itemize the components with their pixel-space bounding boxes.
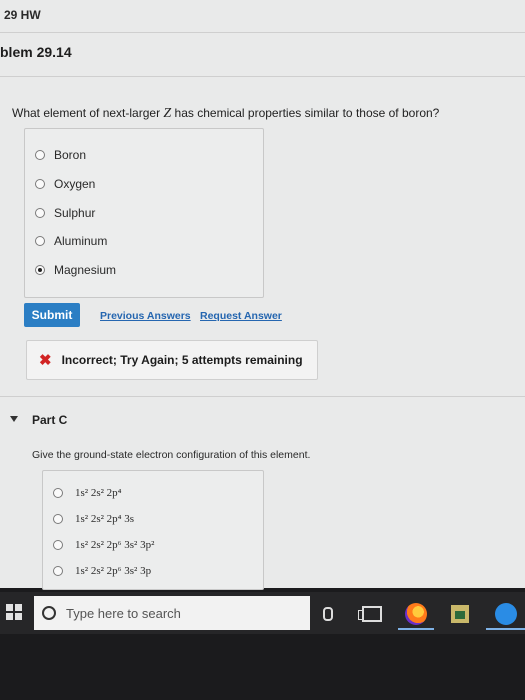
part-b-question: What element of next-larger Z has chemic… — [12, 106, 440, 121]
edge-icon[interactable] — [492, 600, 520, 628]
microphone-icon[interactable] — [314, 600, 342, 628]
store-icon[interactable] — [446, 600, 474, 628]
task-view-icon[interactable] — [358, 600, 386, 628]
part-c-question: Give the ground-state electron configura… — [32, 449, 311, 461]
radio-button[interactable] — [53, 566, 63, 576]
header-divider — [0, 32, 525, 33]
collapse-caret-icon[interactable] — [10, 416, 18, 422]
radio-button[interactable] — [53, 488, 63, 498]
radio-button-selected[interactable] — [35, 265, 45, 275]
request-answer-link[interactable]: Request Answer — [200, 310, 282, 322]
edge-active-indicator — [486, 628, 525, 630]
cortana-circle-icon — [42, 606, 56, 620]
config-option-3[interactable]: 1s² 2s² 2p⁶ 3s² 3p² — [53, 535, 154, 555]
previous-answers-link[interactable]: Previous Answers — [100, 310, 191, 322]
radio-button[interactable] — [35, 179, 45, 189]
option-boron[interactable]: Boron — [35, 145, 86, 165]
config-option-2[interactable]: 1s² 2s² 2p⁴ 3s — [53, 509, 134, 529]
assignment-title: 29 HW — [4, 8, 41, 22]
problem-title: blem 29.14 — [0, 44, 72, 60]
part-b-options: Boron Oxygen Sulphur Aluminum Magnesium — [24, 128, 264, 298]
taskbar-search-box[interactable]: Type here to search — [34, 596, 310, 630]
incorrect-x-icon: ✖ — [39, 352, 52, 369]
part-c-label[interactable]: Part C — [32, 413, 67, 427]
option-magnesium[interactable]: Magnesium — [35, 260, 116, 280]
config-option-1[interactable]: 1s² 2s² 2p⁴ — [53, 483, 122, 503]
radio-button[interactable] — [53, 540, 63, 550]
firefox-icon[interactable] — [402, 600, 430, 628]
windows-start-icon[interactable] — [6, 604, 22, 620]
problem-divider — [0, 76, 525, 77]
part-c-options: 1s² 2s² 2p⁴ 1s² 2s² 2p⁴ 3s 1s² 2s² 2p⁶ 3… — [42, 470, 264, 590]
option-oxygen[interactable]: Oxygen — [35, 174, 95, 194]
section-divider — [0, 396, 525, 397]
radio-button[interactable] — [35, 236, 45, 246]
browser-page: 29 HW blem 29.14 What element of next-la… — [0, 0, 525, 590]
firefox-active-indicator — [398, 628, 434, 630]
submit-button[interactable]: Submit — [24, 303, 80, 327]
radio-button[interactable] — [35, 150, 45, 160]
search-placeholder: Type here to search — [66, 605, 181, 621]
radio-button[interactable] — [35, 208, 45, 218]
radio-button[interactable] — [53, 514, 63, 524]
feedback-text: Incorrect; Try Again; 5 attempts remaini… — [61, 353, 303, 367]
option-aluminum[interactable]: Aluminum — [35, 231, 107, 251]
config-option-4[interactable]: 1s² 2s² 2p⁶ 3s² 3p — [53, 561, 151, 581]
option-sulphur[interactable]: Sulphur — [35, 203, 95, 223]
feedback-banner: ✖ Incorrect; Try Again; 5 attempts remai… — [26, 340, 318, 380]
